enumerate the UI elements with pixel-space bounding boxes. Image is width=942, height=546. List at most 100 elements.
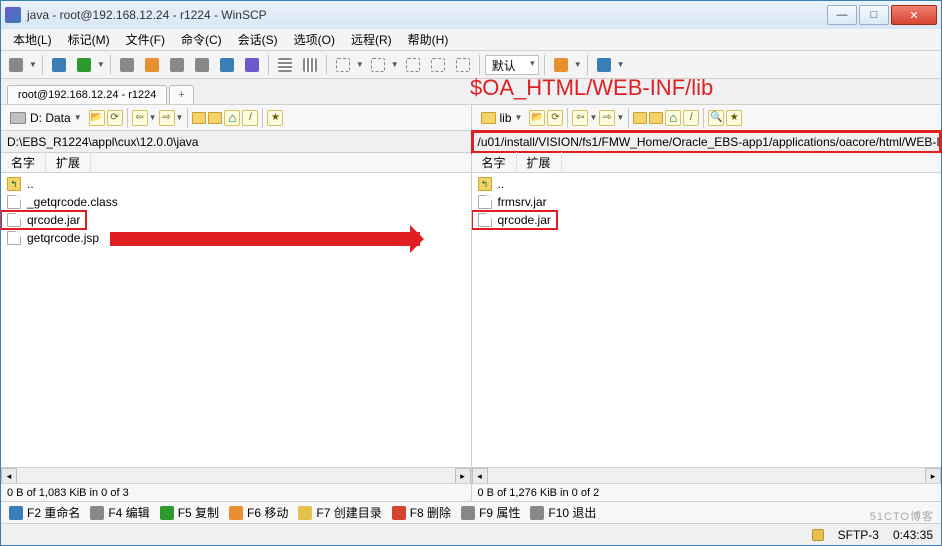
bookmark-button[interactable]: ★ bbox=[267, 110, 283, 126]
parent-dir-row[interactable]: ↰ .. bbox=[1, 175, 471, 193]
toolbar-button[interactable] bbox=[5, 54, 27, 76]
new-tab-button[interactable]: + bbox=[169, 85, 193, 104]
forward-button[interactable]: ⇨ bbox=[599, 110, 615, 126]
protocol-label: SFTP-3 bbox=[838, 528, 879, 542]
back-button[interactable]: ⇦ bbox=[132, 110, 148, 126]
folder-icon[interactable] bbox=[633, 112, 647, 124]
toolbar-button[interactable] bbox=[166, 54, 188, 76]
refresh-button[interactable]: ⟳ bbox=[547, 110, 563, 126]
toolbar-button[interactable] bbox=[141, 54, 163, 76]
toolbar-button[interactable] bbox=[593, 54, 615, 76]
bookmark-button[interactable]: ★ bbox=[726, 110, 742, 126]
toolbar-button[interactable] bbox=[299, 54, 321, 76]
minimize-button[interactable]: — bbox=[827, 5, 857, 25]
col-ext[interactable]: 扩展 bbox=[46, 152, 91, 173]
menu-command[interactable]: 命令(C) bbox=[175, 29, 228, 50]
file-name: qrcode.jar bbox=[498, 213, 551, 227]
remote-drive-bar: lib ▼ 📂 ⟳ ⇦▼ ⇨▼ ⌂ / 🔍 ★ bbox=[472, 105, 942, 131]
menu-mark[interactable]: 标记(M) bbox=[62, 29, 116, 50]
drive-label: D: Data bbox=[30, 111, 71, 125]
toolbar-button[interactable] bbox=[550, 54, 572, 76]
folder-icon[interactable] bbox=[649, 112, 663, 124]
refresh-button[interactable]: ⟳ bbox=[107, 110, 123, 126]
maximize-button[interactable]: □ bbox=[859, 5, 889, 25]
file-row[interactable]: frmsrv.jar bbox=[472, 193, 942, 211]
f2-rename[interactable]: F2 重命名 bbox=[9, 504, 80, 521]
open-folder-button[interactable]: 📂 bbox=[529, 110, 545, 126]
annotation-text: $OA_HTML/WEB-INF/lib bbox=[470, 75, 713, 101]
f8-delete[interactable]: F8 删除 bbox=[392, 504, 451, 521]
function-key-bar: F2 重命名 F4 编辑 F5 复制 F6 移动 F7 创建目录 F8 删除 F… bbox=[1, 501, 941, 523]
folder-icon bbox=[481, 112, 496, 124]
local-panel: D: Data ▼ 📂 ⟳ ⇦▼ ⇨▼ ⌂ / ★ D:\EBS_R1224\a… bbox=[1, 105, 472, 501]
f6-move[interactable]: F6 移动 bbox=[229, 504, 288, 521]
root-button[interactable]: / bbox=[683, 110, 699, 126]
home-button[interactable]: ⌂ bbox=[665, 110, 681, 126]
file-icon bbox=[7, 213, 21, 227]
scroll-right-button[interactable]: ▸ bbox=[925, 468, 941, 484]
toolbar-button[interactable] bbox=[116, 54, 138, 76]
menu-session[interactable]: 会话(S) bbox=[232, 29, 284, 50]
folder-icon[interactable] bbox=[208, 112, 222, 124]
toolbar-button[interactable] bbox=[241, 54, 263, 76]
root-button[interactable]: / bbox=[242, 110, 258, 126]
local-file-list[interactable]: ↰ .. _getqrcode.class qrcode.jar getqrco… bbox=[1, 173, 471, 467]
toolbar-button[interactable] bbox=[274, 54, 296, 76]
home-button[interactable]: ⌂ bbox=[224, 110, 240, 126]
scroll-left-button[interactable]: ◂ bbox=[1, 468, 17, 484]
menu-file[interactable]: 文件(F) bbox=[120, 29, 171, 50]
lock-icon bbox=[812, 529, 824, 541]
f4-edit[interactable]: F4 编辑 bbox=[90, 504, 149, 521]
watermark: 51CTO博客 bbox=[870, 508, 934, 524]
scroll-track[interactable] bbox=[488, 468, 926, 483]
file-row[interactable]: qrcode.jar bbox=[1, 211, 86, 229]
toolbar-button[interactable] bbox=[332, 54, 354, 76]
scroll-track[interactable] bbox=[17, 468, 455, 483]
scrollbar[interactable]: ◂ ▸ bbox=[472, 467, 942, 483]
col-name[interactable]: 名字 bbox=[472, 152, 517, 173]
local-status: 0 B of 1,083 KiB in 0 of 3 bbox=[1, 483, 471, 501]
toolbar-button[interactable] bbox=[191, 54, 213, 76]
toolbar-button[interactable] bbox=[367, 54, 389, 76]
folder-icon[interactable] bbox=[192, 112, 206, 124]
file-row[interactable]: _getqrcode.class bbox=[1, 193, 471, 211]
remote-file-list[interactable]: ↰ .. frmsrv.jar qrcode.jar bbox=[472, 173, 942, 467]
parent-dir-row[interactable]: ↰ .. bbox=[472, 175, 942, 193]
close-button[interactable]: ✕ bbox=[891, 5, 937, 25]
scrollbar[interactable]: ◂ ▸ bbox=[1, 467, 471, 483]
drive-selector[interactable]: D: Data ▼ bbox=[5, 108, 87, 128]
f10-exit[interactable]: F10 退出 bbox=[530, 504, 596, 521]
col-ext[interactable]: 扩展 bbox=[517, 152, 562, 173]
toolbar-button[interactable] bbox=[427, 54, 449, 76]
drive-selector[interactable]: lib ▼ bbox=[476, 108, 528, 128]
toolbar-button[interactable] bbox=[48, 54, 70, 76]
forward-button[interactable]: ⇨ bbox=[159, 110, 175, 126]
open-folder-button[interactable]: 📂 bbox=[89, 110, 105, 126]
remote-path[interactable]: /u01/install/VISION/fs1/FMW_Home/Oracle_… bbox=[472, 131, 942, 153]
scroll-left-button[interactable]: ◂ bbox=[472, 468, 488, 484]
toolbar-button[interactable] bbox=[402, 54, 424, 76]
menu-help[interactable]: 帮助(H) bbox=[402, 29, 455, 50]
f5-copy[interactable]: F5 复制 bbox=[160, 504, 219, 521]
local-columns: 名字 扩展 bbox=[1, 153, 471, 173]
f7-mkdir[interactable]: F7 创建目录 bbox=[298, 504, 381, 521]
scroll-right-button[interactable]: ▸ bbox=[455, 468, 471, 484]
find-button[interactable]: 🔍 bbox=[708, 110, 724, 126]
toolbar-button[interactable] bbox=[452, 54, 474, 76]
col-name[interactable]: 名字 bbox=[1, 152, 46, 173]
menu-local[interactable]: 本地(L) bbox=[7, 29, 58, 50]
menu-options[interactable]: 选项(O) bbox=[288, 29, 341, 50]
session-tab[interactable]: root@192.168.12.24 - r1224 bbox=[7, 85, 167, 104]
file-row[interactable]: qrcode.jar bbox=[472, 211, 557, 229]
local-path[interactable]: D:\EBS_R1224\appl\cux\12.0.0\java bbox=[1, 131, 471, 153]
f9-properties[interactable]: F9 属性 bbox=[461, 504, 520, 521]
status-bar: SFTP-3 0:43:35 bbox=[1, 523, 941, 545]
back-button[interactable]: ⇦ bbox=[572, 110, 588, 126]
annotation-arrow-icon bbox=[110, 232, 420, 246]
toolbar-button[interactable] bbox=[216, 54, 238, 76]
transfer-mode-combo[interactable]: 默认 bbox=[485, 55, 539, 75]
toolbar-button[interactable] bbox=[73, 54, 95, 76]
file-icon bbox=[478, 195, 492, 209]
drive-label: lib bbox=[500, 111, 512, 125]
menu-remote[interactable]: 远程(R) bbox=[345, 29, 398, 50]
